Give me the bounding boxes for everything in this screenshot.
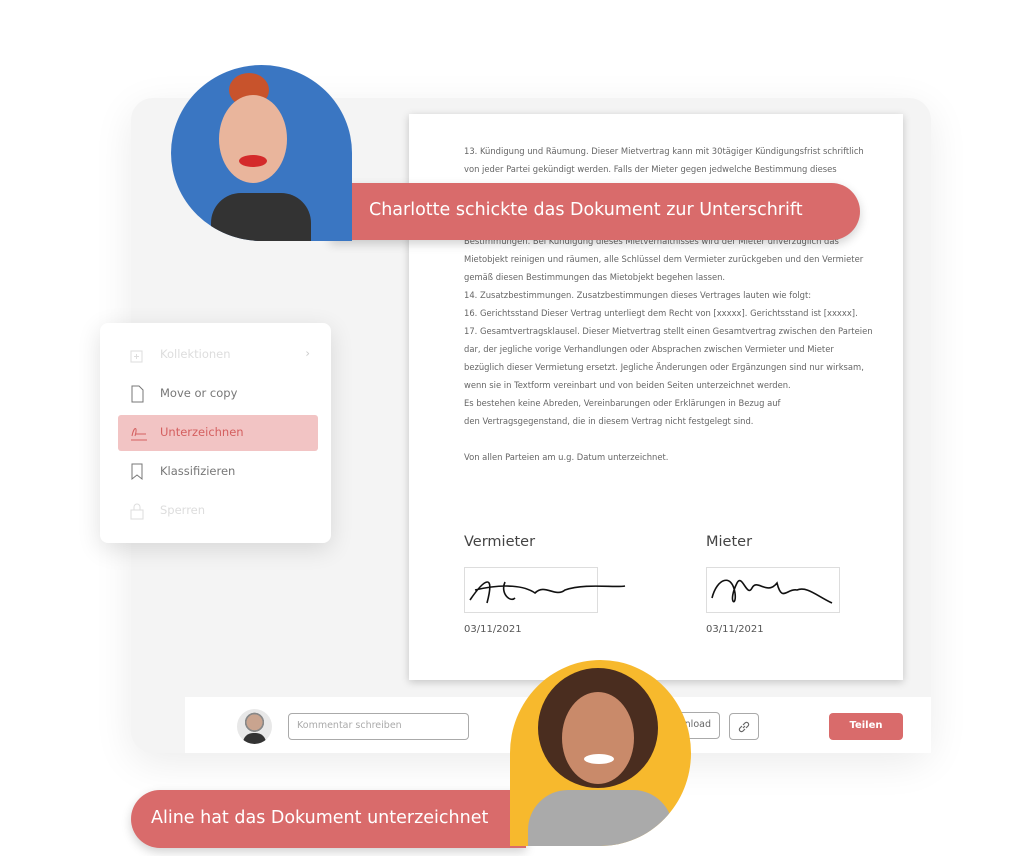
- share-button[interactable]: Teilen: [829, 713, 903, 740]
- menu-item-sperren[interactable]: Sperren: [118, 493, 318, 529]
- aline-avatar: [510, 660, 691, 846]
- chevron-right-icon: ›: [305, 346, 310, 360]
- document-line: Von allen Parteien am u.g. Datum unterze…: [464, 452, 669, 462]
- document-line: 13. Kündigung und Räumung. Dieser Mietve…: [464, 146, 864, 156]
- bookmark-icon: [131, 463, 143, 481]
- menu-item-label: Klassifizieren: [160, 464, 236, 478]
- user-avatar: [237, 709, 272, 744]
- menu-item-move-copy[interactable]: Move or copy: [118, 376, 318, 412]
- file-icon: [131, 385, 144, 403]
- comment-input[interactable]: Kommentar schreiben: [288, 713, 469, 740]
- notification-sent: Charlotte schickte das Dokument zur Unte…: [330, 183, 860, 240]
- document-line: 14. Zusatzbestimmungen. Zusatzbestimmung…: [464, 290, 812, 300]
- notification-signed: Aline hat das Dokument unterzeichnet: [131, 790, 526, 848]
- landlord-label: Vermieter: [464, 534, 536, 550]
- menu-item-klassifizieren[interactable]: Klassifizieren: [118, 454, 318, 490]
- document-line: 16. Gerichtsstand Dieser Vertrag unterli…: [464, 308, 858, 318]
- document-line: gemäß diesen Bestimmungen das Mietobjekt…: [464, 272, 726, 282]
- document-line: [464, 430, 864, 448]
- document-line: dar, der jegliche vorige Verhandlungen o…: [464, 344, 834, 354]
- landlord-date: 03/11/2021: [464, 624, 522, 635]
- link-icon: [738, 721, 750, 733]
- menu-item-kollektionen[interactable]: Kollektionen ›: [118, 337, 318, 373]
- menu-item-label: Sperren: [160, 503, 206, 517]
- menu-item-label: Move or copy: [160, 386, 238, 400]
- copy-link-button[interactable]: [729, 713, 759, 740]
- document-line: den Vertragsgegenstand, die in diesem Ve…: [464, 416, 754, 426]
- menu-item-label: Unterzeichnen: [160, 425, 244, 439]
- menu-item-label: Kollektionen: [160, 347, 231, 361]
- document-line: von jeder Partei gekündigt werden. Falls…: [464, 164, 837, 174]
- collection-add-icon: [130, 350, 143, 363]
- charlotte-avatar: [171, 65, 352, 241]
- document-line: 17. Gesamtvertragsklausel. Dieser Mietve…: [464, 326, 873, 336]
- menu-item-unterzeichnen[interactable]: Unterzeichnen: [118, 415, 318, 451]
- signature-icon: [131, 428, 147, 441]
- tenant-date: 03/11/2021: [706, 624, 764, 635]
- tenant-label: Mieter: [706, 534, 753, 550]
- signature-drawing: [469, 581, 626, 604]
- landlord-signature: [464, 567, 626, 613]
- signature-drawing: [711, 579, 833, 604]
- context-menu: Kollektionen › Move or copy Unterzeichne…: [100, 323, 331, 543]
- lock-icon: [130, 503, 144, 520]
- document-line: Es bestehen keine Abreden, Vereinbarunge…: [464, 398, 781, 408]
- document-line: Mietobjekt reinigen und räumen, alle Sch…: [464, 254, 864, 264]
- document-line: bezüglich dieser Vermietung ersetzt. Jeg…: [464, 362, 864, 372]
- document-line: wenn sie in Textform vereinbart und von …: [464, 380, 791, 390]
- tenant-signature: [706, 567, 840, 613]
